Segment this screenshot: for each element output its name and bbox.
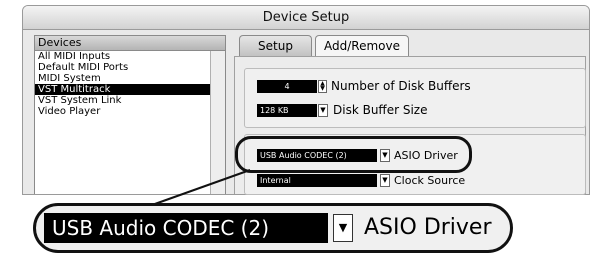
zoom-asio-driver-label: ASIO Driver [364,215,492,240]
chevron-down-icon[interactable]: ▼ [333,214,353,242]
zoom-asio-driver-field[interactable]: USB Audio CODEC (2) [44,213,328,243]
